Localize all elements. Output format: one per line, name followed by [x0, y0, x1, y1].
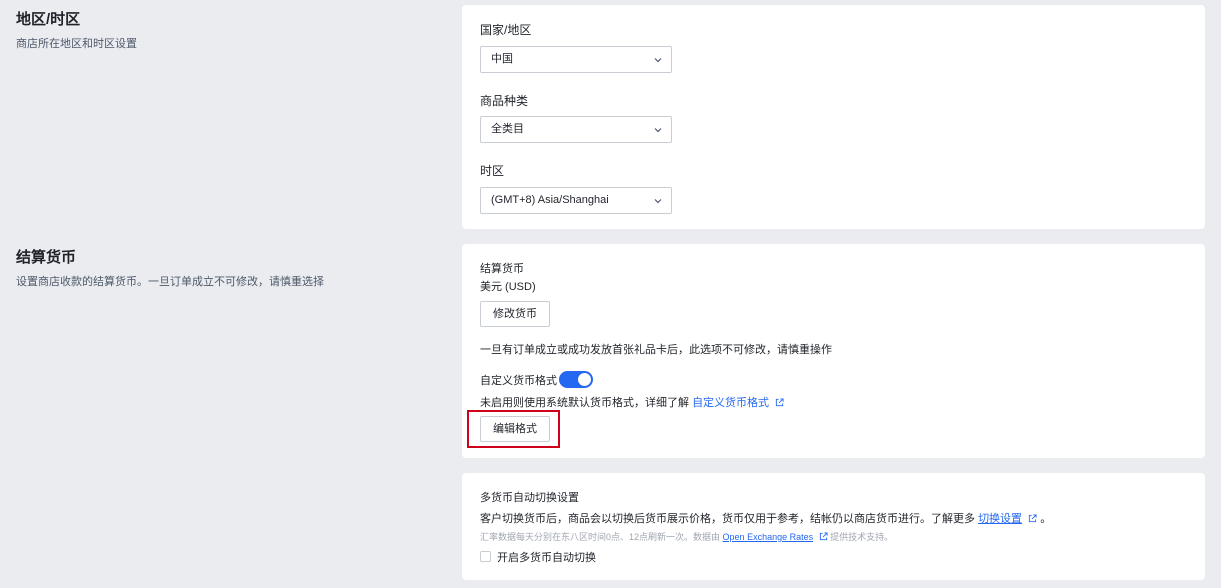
rates-note-prefix: 汇率数据每天分别在东八区时间0点、12点刷新一次。数据由	[480, 532, 721, 542]
country-select[interactable]: 中国	[480, 46, 672, 73]
currency-warning: 一旦有订单成立或成功发放首张礼品卡后，此选项不可修改，请慎重操作	[480, 344, 832, 356]
currency-section-title: 结算货币	[16, 249, 77, 266]
chevron-down-icon	[654, 199, 662, 204]
custom-format-hint-row: 未启用则使用系统默认货币格式，详细了解 自定义货币格式	[480, 394, 784, 410]
category-select[interactable]: 全类目	[480, 116, 672, 143]
region-section-description: 商店所在地区和时区设置	[16, 38, 137, 50]
currency-label: 结算货币	[480, 263, 524, 275]
timezone-select-value: (GMT+8) Asia/Shanghai	[491, 194, 609, 206]
custom-format-label: 自定义货币格式	[480, 375, 557, 387]
multi-currency-card: 多货币自动切换设置 客户切换货币后，商品会以切换后货币展示价格，货币仅用于参考，…	[462, 473, 1205, 580]
change-currency-button[interactable]: 修改货币	[480, 301, 550, 327]
timezone-select[interactable]: (GMT+8) Asia/Shanghai	[480, 187, 672, 214]
toggle-knob	[578, 373, 591, 386]
country-label: 国家/地区	[480, 23, 532, 37]
multi-currency-description-end: 。	[1040, 513, 1052, 525]
custom-format-link[interactable]: 自定义货币格式	[692, 397, 769, 409]
chevron-down-icon	[654, 128, 662, 133]
chevron-down-icon	[654, 58, 662, 63]
open-exchange-rates-link[interactable]: Open Exchange Rates	[723, 532, 814, 542]
switch-settings-link[interactable]: 切换设置	[978, 513, 1022, 525]
external-link-icon[interactable]	[775, 398, 784, 407]
rates-note-row: 汇率数据每天分别在东八区时间0点、12点刷新一次。数据由 Open Exchan…	[480, 530, 893, 543]
category-label: 商品种类	[480, 94, 529, 108]
multi-currency-title: 多货币自动切换设置	[480, 492, 579, 504]
external-link-icon[interactable]	[819, 532, 828, 541]
category-select-value: 全类目	[491, 123, 524, 135]
multi-currency-checkbox[interactable]	[480, 551, 491, 562]
multi-currency-checkbox-label[interactable]: 开启多货币自动切换	[497, 549, 596, 565]
region-card: 国家/地区 中国 商品种类 全类目 时区 (GMT+8) Asia/Shangh…	[462, 5, 1205, 229]
multi-currency-description-row: 客户切换货币后，商品会以切换后货币展示价格，货币仅用于参考，结帐仍以商店货币进行…	[480, 510, 1051, 526]
highlight-box	[467, 410, 560, 448]
currency-card: 结算货币 美元 (USD) 修改货币 一旦有订单成立或成功发放首张礼品卡后，此选…	[462, 244, 1205, 458]
multi-currency-description: 客户切换货币后，商品会以切换后货币展示价格，货币仅用于参考，结帐仍以商店货币进行…	[480, 513, 975, 525]
currency-value: 美元 (USD)	[480, 281, 536, 293]
currency-section-description: 设置商店收款的结算货币。一旦订单成立不可修改，请慎重选择	[16, 276, 324, 288]
external-link-icon[interactable]	[1028, 514, 1037, 523]
rates-note-suffix: 提供技术支持。	[830, 532, 894, 542]
custom-format-toggle[interactable]	[559, 371, 593, 388]
custom-format-hint: 未启用则使用系统默认货币格式，详细了解	[480, 397, 689, 409]
timezone-label: 时区	[480, 164, 505, 178]
country-select-value: 中国	[491, 53, 513, 65]
region-section-title: 地区/时区	[16, 11, 81, 28]
